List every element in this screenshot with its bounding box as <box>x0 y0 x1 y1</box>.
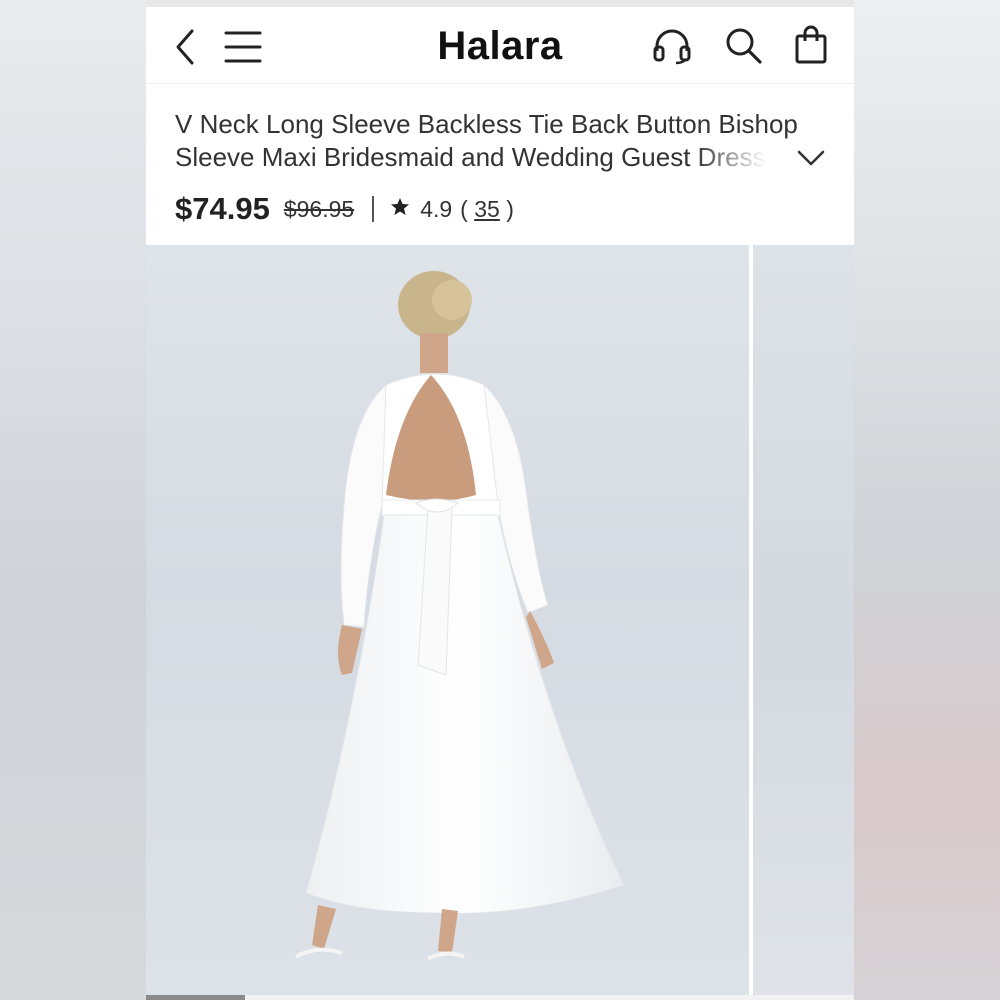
review-paren-close: ) <box>506 195 514 222</box>
shopping-bag-icon[interactable] <box>794 25 828 65</box>
product-title[interactable]: V Neck Long Sleeve Backless Tie Back But… <box>175 108 827 174</box>
product-info: V Neck Long Sleeve Backless Tie Back But… <box>146 83 854 246</box>
product-image-main[interactable] <box>146 245 749 995</box>
gallery-progress <box>146 995 854 1000</box>
star-icon <box>390 197 410 221</box>
dress-photo <box>294 271 625 961</box>
headset-icon[interactable] <box>652 27 692 65</box>
review-count-link[interactable]: 35 <box>474 196 500 222</box>
search-icon[interactable] <box>724 26 764 66</box>
review-count[interactable]: ( 35 ) <box>460 196 514 223</box>
sale-price: $74.95 <box>175 191 270 226</box>
background-left <box>0 0 146 1000</box>
background-right <box>854 0 1000 1000</box>
review-paren-open: ( <box>460 195 468 222</box>
original-price: $96.95 <box>283 195 355 222</box>
divider <box>372 196 375 222</box>
rating-value: 4.9 <box>420 195 453 222</box>
product-gallery[interactable] <box>146 245 854 1000</box>
product-title-line2: Sleeve Maxi Bridesmaid and Wedding Guest… <box>175 142 766 172</box>
chevron-down-icon[interactable] <box>796 148 826 168</box>
product-title-line1: V Neck Long Sleeve Backless Tie Back But… <box>175 109 798 139</box>
gallery-progress-fill <box>146 995 246 1000</box>
app-header: Halara <box>146 7 854 83</box>
price-rating-row: $74.95 $96.95 4.9 ( 35 ) <box>175 189 514 229</box>
product-image-next[interactable] <box>753 245 854 995</box>
phone-screen: Halara V Neck Long Sleeve Backless Tie B… <box>146 0 854 1000</box>
status-strip <box>146 0 854 7</box>
